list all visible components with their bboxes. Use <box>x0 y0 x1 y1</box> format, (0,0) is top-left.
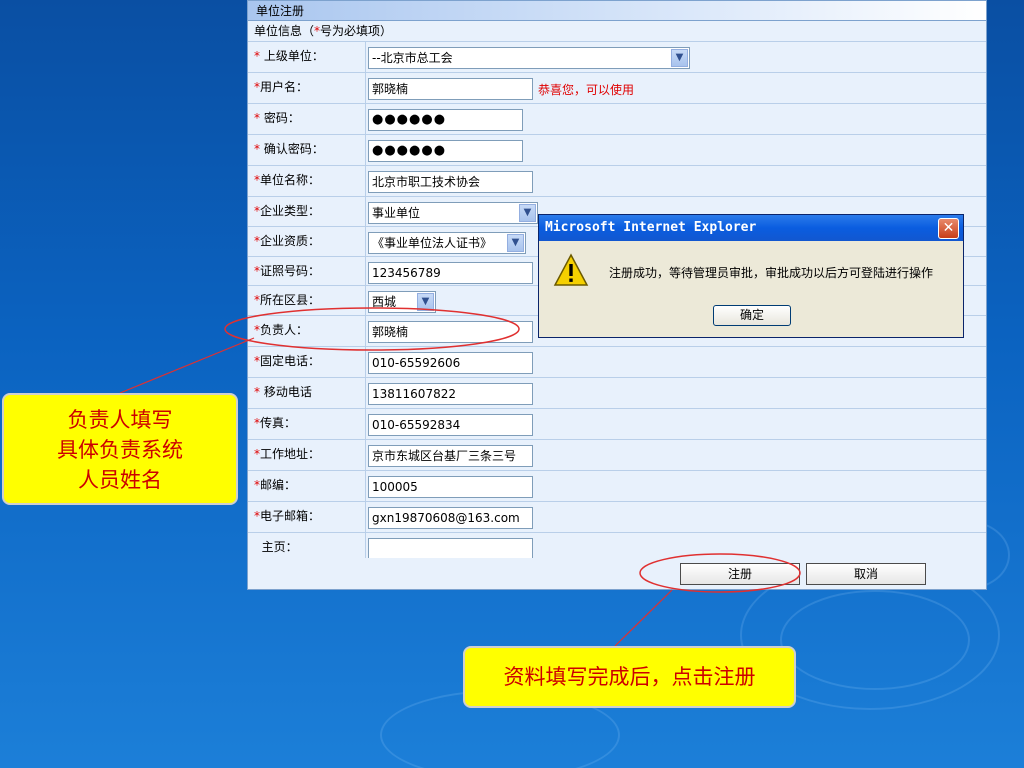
license-number-input[interactable]: 123456789 <box>368 262 533 284</box>
field-label: 密码： <box>260 111 300 125</box>
required-note: 单位信息（*号为必填项） <box>248 21 986 42</box>
field-label: 单位名称： <box>260 173 321 187</box>
callout-pointer-line <box>119 337 255 394</box>
chevron-down-icon[interactable]: ▼ <box>671 49 688 67</box>
username-input[interactable]: 郭晓楠 <box>368 78 533 100</box>
form-actions: 注册 取消 <box>248 558 986 589</box>
ok-button[interactable]: 确定 <box>713 305 791 326</box>
homepage-input[interactable] <box>368 538 533 560</box>
person-in-charge-input[interactable]: 郭晓楠 <box>368 321 533 343</box>
fax-input[interactable]: 010-65592834 <box>368 414 533 436</box>
row-landline: *固定电话： 010-65592606 <box>248 347 986 378</box>
field-label: 企业资质： <box>260 234 321 248</box>
parent-unit-select[interactable]: --北京市总工会 ▼ <box>368 47 690 69</box>
enterprise-type-select[interactable]: 事业单位 ▼ <box>368 202 538 224</box>
chevron-down-icon[interactable]: ▼ <box>417 293 434 311</box>
row-fax: *传真： 010-65592834 <box>248 409 986 440</box>
landline-input[interactable]: 010-65592606 <box>368 352 533 374</box>
close-icon[interactable]: ✕ <box>938 218 959 239</box>
row-postcode: *邮编： 100005 <box>248 471 986 502</box>
confirm-password-input[interactable]: ●●●●●● <box>368 140 523 162</box>
username-available-message: 恭喜您，可以使用 <box>538 83 635 97</box>
row-work-address: *工作地址： 京市东城区台基厂三条三号 <box>248 440 986 471</box>
dialog-title: Microsoft Internet Explorer <box>539 215 963 241</box>
password-input[interactable]: ●●●●●● <box>368 109 523 131</box>
form-title: 单位注册 <box>248 1 986 21</box>
row-username: *用户名： 郭晓楠 恭喜您，可以使用 <box>248 73 986 104</box>
row-mobile: * 移动电话 13811607822 <box>248 378 986 409</box>
callout-register: 资料填写完成后，点击注册 <box>463 646 796 708</box>
field-label: 确认密码： <box>260 142 324 156</box>
field-label: 企业类型： <box>260 204 321 218</box>
email-input[interactable]: gxn19870608@163.com <box>368 507 533 529</box>
register-button[interactable]: 注册 <box>680 563 800 585</box>
row-password: * 密码： ●●●●●● <box>248 104 986 135</box>
field-label: 证照号码： <box>260 264 321 278</box>
row-unit-name: *单位名称： 北京市职工技术协会 <box>248 166 986 197</box>
chevron-down-icon[interactable]: ▼ <box>519 204 536 222</box>
mobile-input[interactable]: 13811607822 <box>368 383 533 405</box>
row-parent-unit: * 上级单位： --北京市总工会 ▼ <box>248 42 986 73</box>
unit-name-input[interactable]: 北京市职工技术协会 <box>368 171 533 193</box>
work-address-input[interactable]: 京市东城区台基厂三条三号 <box>368 445 533 467</box>
field-label: 用户名： <box>260 80 309 94</box>
chevron-down-icon[interactable]: ▼ <box>507 234 524 252</box>
field-label: 负责人： <box>260 323 309 337</box>
background-ring <box>780 590 970 690</box>
field-label: 电子邮箱： <box>260 509 321 523</box>
enterprise-qualification-select[interactable]: 《事业单位法人证书》 ▼ <box>368 232 526 254</box>
ie-alert-dialog: Microsoft Internet Explorer ✕ 注册成功，等待管理员… <box>538 214 964 338</box>
field-label: 邮编： <box>260 478 297 492</box>
field-label: 传真： <box>260 416 297 430</box>
postcode-input[interactable]: 100005 <box>368 476 533 498</box>
warning-icon <box>553 253 589 286</box>
row-confirm-password: * 确认密码： ●●●●●● <box>248 135 986 166</box>
row-email: *电子邮箱： gxn19870608@163.com <box>248 502 986 533</box>
district-select[interactable]: 西城 ▼ <box>368 291 436 313</box>
callout-pointer-line <box>614 589 673 647</box>
field-label: 固定电话： <box>260 354 321 368</box>
cancel-button[interactable]: 取消 <box>806 563 926 585</box>
field-label: 上级单位： <box>260 49 324 63</box>
dialog-message: 注册成功，等待管理员审批，审批成功以后方可登陆进行操作 <box>609 266 934 280</box>
field-label: 主页： <box>254 540 298 554</box>
field-label: 移动电话 <box>260 385 312 399</box>
callout-person-in-charge: 负责人填写 具体负责系统 人员姓名 <box>2 393 238 505</box>
field-label: 工作地址： <box>260 447 321 461</box>
field-label: 所在区县： <box>260 293 321 307</box>
